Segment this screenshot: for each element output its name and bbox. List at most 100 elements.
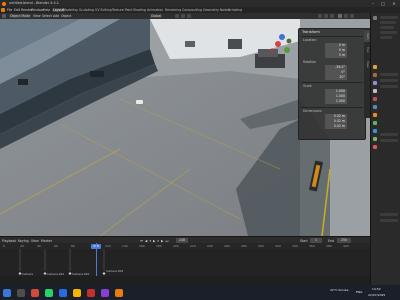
property-row[interactable] [380,133,398,136]
editor-type-icon[interactable] [2,14,6,18]
menu-file[interactable]: File [7,8,12,12]
outliner-row[interactable] [380,16,398,19]
material-properties-icon[interactable] [373,145,377,149]
tick-label: 280 [241,243,247,248]
tool-properties-icon[interactable] [373,65,377,69]
outliner-row[interactable] [380,26,394,29]
dimensions-z-field[interactable]: 0.02 m [325,124,347,129]
window-title: untitled.blend - Blender 4.4.1 [9,1,59,5]
playhead-line[interactable] [96,243,97,276]
location-y-field[interactable]: 0 m [325,48,347,53]
tab-scripting[interactable]: Scripting [228,8,242,12]
blender-menu-icon[interactable] [1,8,5,12]
object-menu[interactable]: Object [61,14,71,18]
property-row[interactable] [380,73,398,76]
whatsapp-icon[interactable] [45,288,53,297]
view-menu[interactable]: View [33,14,41,18]
app-icon[interactable] [101,288,109,297]
location-x-field[interactable]: 0 m [325,43,347,48]
tab-rendering[interactable]: Rendering [165,8,181,12]
media-icon[interactable] [87,288,95,297]
maximize-icon[interactable]: □ [380,1,386,6]
tab-texture-paint[interactable]: Texture Paint [112,8,133,12]
marker-menu[interactable]: Marker [41,239,52,243]
dimensions-x-field[interactable]: 0.02 m [325,114,347,119]
weather-text[interactable]: 22°C Smoke [330,288,349,292]
select-menu[interactable]: Select [42,14,52,18]
scale-y-field[interactable]: 1.000 [325,94,347,99]
view-layer-icon[interactable] [373,89,377,93]
location-z-field[interactable]: 5 m [325,53,347,58]
outliner-row[interactable] [380,21,396,24]
outliner-icon[interactable] [373,16,377,20]
rotation-z-field[interactable]: 20° [325,75,347,80]
scene-properties-icon[interactable] [373,97,377,101]
property-row[interactable] [380,85,398,88]
rotation-y-field[interactable]: 0° [325,70,347,75]
tab-modeling[interactable]: Modeling [63,8,78,12]
shading-material-icon[interactable] [344,14,348,18]
physics-properties-icon[interactable] [373,129,377,133]
snap-icon[interactable] [181,14,185,18]
scale-x-field[interactable]: 1.000 [325,89,347,94]
dimensions-y-field[interactable]: 0.02 m [325,119,347,124]
menu-help[interactable]: Help [43,8,50,12]
timeline-body[interactable]: Camera Camera.001 Camera.002 Camera.004 [0,249,370,276]
divider [301,107,363,108]
scale-z-field[interactable]: 1.000 [325,99,347,104]
tab-sculpting[interactable]: Sculpting [79,8,94,12]
output-properties-icon[interactable] [373,81,377,85]
tab-geometry-nodes[interactable]: Geometry Nodes [203,8,230,12]
minimize-icon[interactable]: – [370,1,376,6]
object-properties-icon[interactable] [373,113,377,117]
rotation-x-field[interactable]: -36.4° [325,65,347,70]
search-icon[interactable] [17,288,25,297]
menu-window[interactable]: Window [31,8,44,12]
property-row[interactable] [380,139,398,142]
language-indicator[interactable]: ENG [356,290,362,294]
visibility-icon[interactable] [318,14,322,18]
tab-animation[interactable]: Animation [147,8,163,12]
file-explorer-icon[interactable] [73,288,81,297]
proportional-edit-icon[interactable] [187,14,191,18]
start-icon[interactable] [3,288,11,297]
constraints-icon[interactable] [373,137,377,141]
current-frame-field[interactable]: 248 [176,238,188,243]
overlay-icon[interactable] [330,14,334,18]
camera-marker-label[interactable]: Camera.004 [106,269,123,273]
add-menu[interactable]: Add [53,14,59,18]
property-row[interactable] [380,79,398,82]
outliner-row[interactable] [380,36,392,39]
shading-rendered-icon[interactable] [350,14,354,18]
tab-compositing[interactable]: Compositing [182,8,202,12]
start-frame-field[interactable]: 1 [310,238,322,243]
browser-icon[interactable] [59,288,67,297]
timeline-view-menu[interactable]: View [31,239,39,243]
close-icon[interactable]: × [391,1,397,6]
property-row[interactable] [380,219,398,222]
transform-header[interactable]: Transform [302,30,320,34]
property-row[interactable] [380,213,398,216]
tick-label: 120 [105,243,111,248]
tab-shading[interactable]: Shading [133,8,146,12]
pivot-icon[interactable] [175,14,179,18]
outliner-row[interactable] [380,31,397,34]
clock-time[interactable]: 14:52 [372,287,381,291]
shading-solid-icon[interactable] [338,14,342,18]
menu-edit[interactable]: Edit [14,8,20,12]
end-frame-field[interactable]: 250 [337,238,351,243]
mode-dropdown[interactable]: Object Mode [9,14,32,18]
playback-controls[interactable]: ⏮ ◀ ⏴ ▶ ⏵ ▶ ⏭ [140,239,169,243]
modifier-properties-icon[interactable] [373,121,377,125]
blender-taskbar-icon[interactable] [115,288,123,297]
orientation-dropdown[interactable]: Global [150,14,163,18]
tab-uv-editing[interactable]: UV Editing [95,8,112,12]
keying-menu[interactable]: Keying [18,239,29,243]
world-properties-icon[interactable] [373,105,377,109]
clock-date[interactable]: 22/07/2025 [368,293,385,297]
divider [301,36,363,37]
render-properties-icon[interactable] [373,73,377,77]
gizmo-icon[interactable] [324,14,328,18]
playback-menu[interactable]: Playback [2,239,16,243]
app-icon[interactable] [31,288,39,297]
